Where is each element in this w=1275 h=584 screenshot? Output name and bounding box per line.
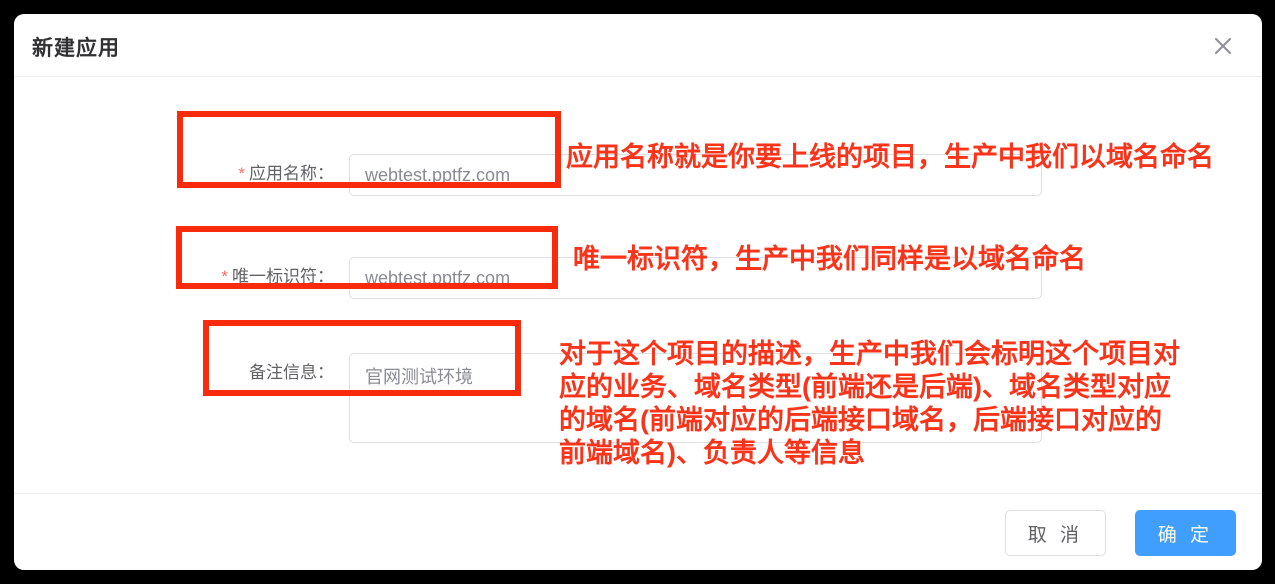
remark-textarea[interactable]: 官网测试环境 bbox=[349, 353, 1042, 443]
required-asterisk: * bbox=[238, 164, 245, 183]
app-name-input[interactable]: webtest.pptfz.com bbox=[349, 154, 1042, 196]
required-asterisk: * bbox=[221, 267, 228, 286]
dialog-header: 新建应用 bbox=[14, 14, 1262, 77]
label-remark-text: 备注信息： bbox=[249, 363, 334, 382]
page-title: 新建应用 bbox=[32, 37, 120, 60]
label-remark: 备注信息： bbox=[14, 353, 334, 393]
confirm-button[interactable]: 确 定 bbox=[1134, 510, 1236, 556]
cancel-button[interactable]: 取 消 bbox=[1004, 510, 1106, 556]
dialog-body: * 应用名称： webtest.pptfz.com * 唯一标识符： webtest… bbox=[14, 78, 1262, 493]
dialog-footer: 取 消 确 定 bbox=[14, 493, 1262, 570]
label-unique-id-text: 唯一标识符： bbox=[232, 267, 334, 286]
label-app-name-text: 应用名称： bbox=[249, 164, 334, 183]
label-unique-id: * 唯一标识符： bbox=[14, 257, 334, 297]
label-app-name: * 应用名称： bbox=[14, 154, 334, 194]
unique-id-input[interactable]: webtest.pptfz.com bbox=[349, 257, 1042, 299]
new-application-dialog: 新建应用 *应用名称： webtest.pptfz.com *唯一标识符： bbox=[14, 14, 1262, 570]
close-icon[interactable] bbox=[1208, 31, 1238, 61]
screen: 新建应用 *应用名称： webtest.pptfz.com *唯一标识符： bbox=[0, 0, 1275, 584]
